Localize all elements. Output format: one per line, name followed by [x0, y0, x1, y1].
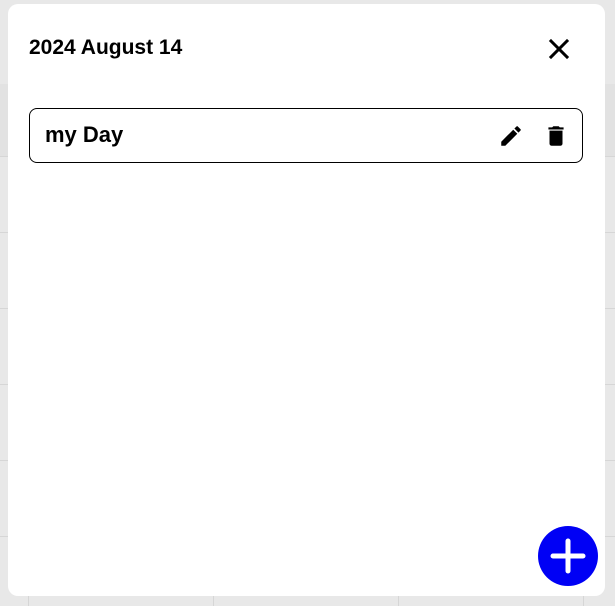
modal-title: 2024 August 14	[29, 36, 183, 59]
day-events-modal: 2024 August 14 my Day	[8, 4, 605, 596]
pencil-icon	[501, 126, 521, 146]
delete-event-button[interactable]	[543, 123, 569, 149]
event-item[interactable]: my Day	[29, 108, 583, 163]
trash-icon	[548, 126, 564, 146]
plus-icon	[550, 538, 586, 574]
edit-event-button[interactable]	[498, 123, 524, 149]
event-title: my Day	[45, 122, 124, 147]
close-icon	[548, 38, 570, 60]
add-event-button[interactable]	[538, 526, 598, 586]
close-button[interactable]	[544, 34, 574, 64]
